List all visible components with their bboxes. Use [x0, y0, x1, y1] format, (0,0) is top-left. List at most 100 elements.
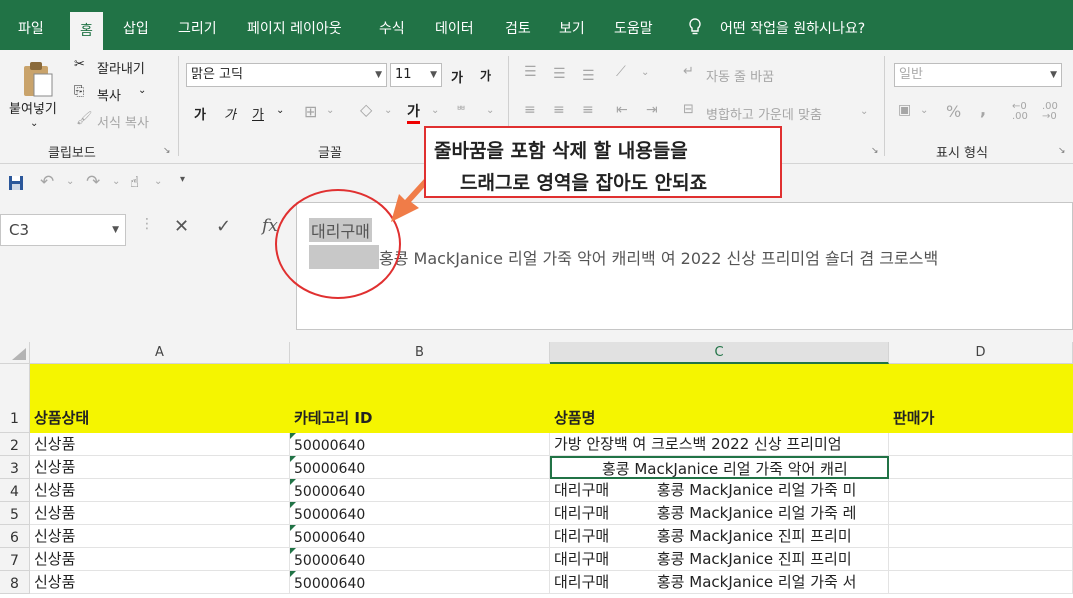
cell-price[interactable]	[889, 456, 1073, 479]
borders-icon[interactable]: ⊞	[304, 102, 317, 121]
dialog-launcher-icon[interactable]: ↘	[1058, 146, 1066, 156]
font-color-button[interactable]: 가	[407, 101, 420, 124]
cell-product-name[interactable]: 대리구매 홍콩 MackJanice 리얼 가죽 서	[550, 571, 889, 594]
touch-dropdown-icon[interactable]: ⌄	[154, 176, 162, 187]
column-header-c[interactable]: C	[550, 342, 889, 364]
orientation-dropdown-icon[interactable]: ⌄	[641, 67, 649, 78]
paste-icon[interactable]	[20, 58, 56, 98]
tab-help[interactable]: 도움말	[614, 0, 653, 50]
select-all-button[interactable]	[0, 342, 30, 364]
cell-product-name[interactable]: 대리구매 홍콩 MackJanice 리얼 가죽 미	[550, 479, 889, 502]
align-right-icon[interactable]: ≡	[582, 102, 594, 118]
currency-dropdown-icon[interactable]: ⌄	[920, 105, 928, 116]
cell-status[interactable]: 신상품	[30, 548, 290, 571]
cell-product-name[interactable]: 대리구매 홍콩 MackJanice 진피 프리미	[550, 548, 889, 571]
cell-category-id[interactable]: 50000640	[290, 479, 550, 502]
align-top-icon[interactable]: ☰	[524, 64, 537, 80]
phonetic-icon[interactable]: ᄈ	[456, 102, 466, 118]
tab-insert[interactable]: 삽입	[123, 0, 149, 50]
touch-mode-icon[interactable]: ☝	[130, 173, 139, 191]
row-header[interactable]: 7	[0, 548, 30, 571]
header-cell-price[interactable]: 판매가	[889, 407, 1073, 432]
cell-category-id[interactable]: 50000640	[290, 502, 550, 525]
row-header[interactable]: 4	[0, 479, 30, 502]
underline-dropdown-icon[interactable]: ⌄	[276, 105, 284, 116]
cell-price[interactable]	[889, 571, 1073, 594]
customize-qat-icon[interactable]: ▾	[180, 174, 185, 185]
undo-icon[interactable]: ↶	[40, 172, 54, 192]
underline-button[interactable]: 가	[252, 104, 264, 123]
increase-indent-icon[interactable]: ⇥	[646, 102, 658, 118]
header-cell-product-name[interactable]: 상품명	[550, 407, 889, 432]
phonetic-dropdown-icon[interactable]: ⌄	[486, 105, 494, 116]
column-header-a[interactable]: A	[30, 342, 290, 364]
header-cell-category-id[interactable]: 카테고리 ID	[290, 407, 550, 432]
tab-home[interactable]: 홈	[70, 12, 103, 50]
redo-dropdown-icon[interactable]: ⌄	[112, 176, 120, 187]
redo-icon[interactable]: ↷	[86, 172, 100, 192]
cell-product-name[interactable]: 대리구매 홍콩 MackJanice 진피 프리미	[550, 525, 889, 548]
cell-price[interactable]	[889, 502, 1073, 525]
borders-dropdown-icon[interactable]: ⌄	[326, 105, 334, 116]
paste-dropdown-icon[interactable]: ⌄	[30, 118, 38, 129]
row-header-1[interactable]: 1	[0, 364, 30, 433]
row-header[interactable]: 6	[0, 525, 30, 548]
font-name-combo[interactable]: 맑은 고딕 ▼	[186, 63, 387, 87]
column-header-b[interactable]: B	[290, 342, 550, 364]
cell-status[interactable]: 신상품	[30, 571, 290, 594]
shrink-font-button[interactable]: 가	[480, 67, 491, 84]
merge-center-button[interactable]: 병합하고 가운데 맞춤	[706, 104, 822, 123]
tell-me-search[interactable]: 어떤 작업을 원하시나요?	[720, 0, 865, 50]
bold-button[interactable]: 가	[194, 104, 206, 123]
cell-price[interactable]	[889, 525, 1073, 548]
tab-draw[interactable]: 그리기	[178, 0, 217, 50]
cell-status[interactable]: 신상품	[30, 525, 290, 548]
number-format-combo[interactable]: 일반 ▼	[894, 63, 1062, 87]
undo-dropdown-icon[interactable]: ⌄	[66, 176, 74, 187]
decrease-decimal-icon[interactable]: .00 →0	[1042, 102, 1058, 122]
paste-button[interactable]: 붙여넣기	[9, 98, 57, 117]
cell-product-name[interactable]: 대리구매 홍콩 MackJanice 리얼 가죽 레	[550, 502, 889, 525]
row-header[interactable]: 8	[0, 571, 30, 594]
fill-dropdown-icon[interactable]: ⌄	[384, 105, 392, 116]
tab-file[interactable]: 파일	[18, 0, 44, 50]
cell-status[interactable]: 신상품	[30, 502, 290, 525]
row-header[interactable]: 2	[0, 433, 30, 456]
tab-data[interactable]: 데이터	[435, 0, 474, 50]
decrease-indent-icon[interactable]: ⇤	[616, 102, 628, 118]
save-icon[interactable]	[8, 175, 24, 191]
merge-dropdown-icon[interactable]: ⌄	[860, 106, 868, 117]
font-size-combo[interactable]: 11 ▼	[390, 63, 442, 87]
row-header[interactable]: 3	[0, 456, 30, 479]
orientation-icon[interactable]: ⟋	[616, 64, 626, 80]
align-middle-icon[interactable]: ☰	[553, 66, 566, 82]
cell-product-name[interactable]: 가방 안장백 여 크로스백 2022 신상 프리미엄	[550, 433, 889, 456]
cancel-icon[interactable]: ✕	[174, 216, 189, 237]
italic-button[interactable]: 가	[224, 104, 236, 123]
copy-button[interactable]: 복사	[97, 85, 121, 104]
cell-category-id[interactable]: 50000640	[290, 571, 550, 594]
tab-formulas[interactable]: 수식	[379, 0, 405, 50]
row-header[interactable]: 5	[0, 502, 30, 525]
column-header-d[interactable]: D	[889, 342, 1073, 364]
cell-status[interactable]: 신상품	[30, 433, 290, 456]
cell-category-id[interactable]: 50000640	[290, 525, 550, 548]
name-box[interactable]: C3 ▼	[0, 214, 126, 246]
cell-price[interactable]	[889, 433, 1073, 456]
increase-decimal-icon[interactable]: ←0.00	[1012, 102, 1028, 122]
dialog-launcher-icon[interactable]: ↘	[871, 146, 879, 156]
cell-status[interactable]: 신상품	[30, 479, 290, 502]
cell-price[interactable]	[889, 479, 1073, 502]
grow-font-button[interactable]: 가	[451, 67, 463, 86]
cell-category-id[interactable]: 50000640	[290, 433, 550, 456]
cell-price[interactable]	[889, 548, 1073, 571]
tab-view[interactable]: 보기	[559, 0, 585, 50]
font-color-dropdown-icon[interactable]: ⌄	[431, 105, 439, 116]
wrap-text-button[interactable]: 자동 줄 바꿈	[706, 66, 774, 85]
cell-category-id[interactable]: 50000640	[290, 548, 550, 571]
dialog-launcher-icon[interactable]: ↘	[163, 146, 171, 156]
active-cell[interactable]: 홍콩 MackJanice 리얼 가죽 악어 캐리	[550, 456, 889, 479]
drag-handle-icon[interactable]: ⋮	[140, 216, 154, 232]
fill-color-icon[interactable]: ◇	[360, 100, 372, 119]
tab-page-layout[interactable]: 페이지 레이아웃	[247, 0, 342, 50]
